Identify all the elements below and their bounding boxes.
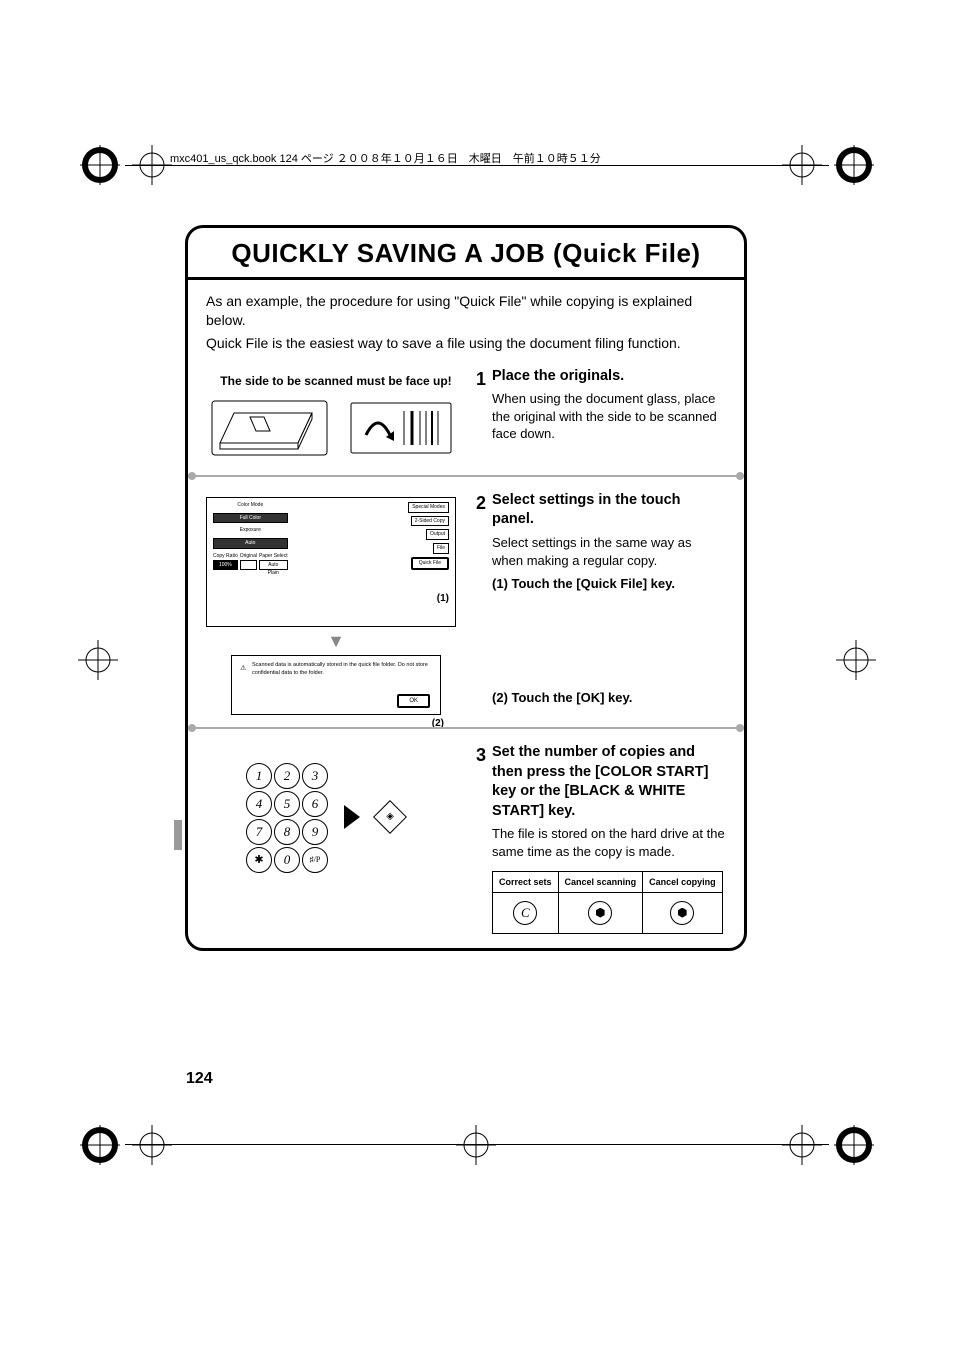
ct-hd-scan: Cancel scanning [559, 872, 643, 893]
arrow-right-icon [344, 805, 360, 829]
crosshair-bottom-left [132, 1125, 172, 1165]
step-3-row: 1 2 3 4 5 6 7 8 9 ✱ 0 ♯/P [206, 743, 726, 933]
tp-paper-select-btn[interactable]: Auto [259, 560, 288, 571]
step-2-sub1: (1) Touch the [Quick File] key. [492, 575, 726, 593]
step-separator-2 [188, 727, 744, 729]
step-separator [188, 475, 744, 477]
crosshair-bottom-right [782, 1125, 822, 1165]
tp-output-btn[interactable]: Output [426, 529, 449, 540]
numpad-illustration: 1 2 3 4 5 6 7 8 9 ✱ 0 ♯/P [246, 763, 466, 871]
ok-button[interactable]: OK [397, 694, 430, 708]
tp-quick-file-btn[interactable]: Quick File [411, 557, 449, 570]
page-frame: QUICKLY SAVING A JOB (Quick File) As an … [185, 225, 747, 951]
tp-exposure-label: Exposure [213, 527, 288, 534]
tp-plain-label: Plain [259, 570, 288, 577]
tp-color-mode-label: Color Mode [213, 502, 288, 509]
step-2-title: Select settings in the touch panel. [492, 491, 726, 530]
step-1-title: Place the originals. [492, 367, 726, 387]
step-3-title: Set the number of copies and then press … [492, 743, 726, 821]
step-3-num: 3 [476, 743, 486, 767]
intro-text: As an example, the procedure for using "… [206, 292, 726, 353]
crosshair-mid-right [836, 640, 876, 680]
stop-copy-icon[interactable] [670, 901, 694, 925]
confirm-dialog: ⚠ Scanned data is automatically stored i… [231, 655, 441, 715]
title-box: QUICKLY SAVING A JOB (Quick File) [188, 228, 744, 280]
warning-icon: ⚠ [240, 664, 246, 673]
tp-file-btn[interactable]: File [433, 543, 449, 554]
start-key-icon[interactable]: ◈ [373, 800, 407, 834]
intro-p2: Quick File is the easiest way to save a … [206, 334, 726, 353]
file-header-text: mxc401_us_qck.book 124 ページ ２００８年１０月１６日 木… [170, 150, 601, 166]
step-1-text: When using the document glass, place the… [492, 390, 726, 443]
regmark-top-left [80, 145, 120, 185]
clear-key-icon[interactable]: C [513, 901, 537, 925]
callout-1: (1) [437, 592, 449, 606]
tp-2sided-btn[interactable]: 2-Sided Copy [411, 516, 449, 527]
intro-p1: As an example, the procedure for using "… [206, 292, 726, 330]
tp-paper-select-label: Paper Select [259, 553, 288, 560]
step-2-num: 2 [476, 491, 486, 515]
tp-copy-ratio-label: Copy Ratio [213, 553, 238, 560]
keypad: 1 2 3 4 5 6 7 8 9 ✱ 0 ♯/P [246, 763, 326, 871]
cancel-table: Correct sets C Cancel scanning Cancel co… [492, 871, 723, 934]
tp-full-color-btn[interactable]: Full Color [213, 513, 288, 524]
section-tab [174, 820, 182, 850]
step-1-num: 1 [476, 367, 486, 391]
key-6[interactable]: 6 [302, 791, 328, 817]
regmark-top-right [834, 145, 874, 185]
key-4[interactable]: 4 [246, 791, 272, 817]
step-2-sub2: (2) Touch the [OK] key. [492, 689, 726, 707]
face-up-note: The side to be scanned must be face up! [206, 373, 466, 389]
tp-auto-btn[interactable]: Auto [213, 538, 288, 549]
tp-original-btn[interactable] [240, 560, 257, 571]
step-1-row: The side to be scanned must be face up! [206, 367, 726, 463]
stop-scan-icon[interactable] [588, 901, 612, 925]
crosshair-bottom-center [456, 1125, 496, 1165]
ct-hd-correct: Correct sets [493, 872, 558, 893]
key-7[interactable]: 7 [246, 819, 272, 845]
step-2-row: Color Mode Full Color Exposure Auto Copy… [206, 491, 726, 715]
regmark-bottom-left [80, 1125, 120, 1165]
key-0[interactable]: 0 [274, 847, 300, 873]
key-1[interactable]: 1 [246, 763, 272, 789]
key-8[interactable]: 8 [274, 819, 300, 845]
page-title: QUICKLY SAVING A JOB (Quick File) [231, 238, 700, 268]
tp-ratio-btn[interactable]: 100% [213, 560, 238, 571]
tp-special-modes-btn[interactable]: Special Modes [408, 502, 449, 513]
ct-hd-copy: Cancel copying [643, 872, 722, 893]
scanner-illustration [206, 393, 466, 463]
arrow-down-icon: ▼ [206, 629, 466, 653]
dialog-text: Scanned data is automatically stored in … [252, 662, 432, 677]
key-3[interactable]: 3 [302, 763, 328, 789]
key-9[interactable]: 9 [302, 819, 328, 845]
tp-original-label: Original [240, 553, 257, 560]
step-3-text: The file is stored on the hard drive at … [492, 825, 726, 860]
step-2-text: Select settings in the same way as when … [492, 534, 726, 569]
key-5[interactable]: 5 [274, 791, 300, 817]
regmark-bottom-right [834, 1125, 874, 1165]
page-number: 124 [186, 1070, 213, 1088]
key-star[interactable]: ✱ [246, 847, 272, 873]
key-hash[interactable]: ♯/P [302, 847, 328, 873]
key-2[interactable]: 2 [274, 763, 300, 789]
touch-panel-mock: Color Mode Full Color Exposure Auto Copy… [206, 497, 456, 627]
regline-bottom [125, 1144, 829, 1145]
crosshair-mid-left [78, 640, 118, 680]
